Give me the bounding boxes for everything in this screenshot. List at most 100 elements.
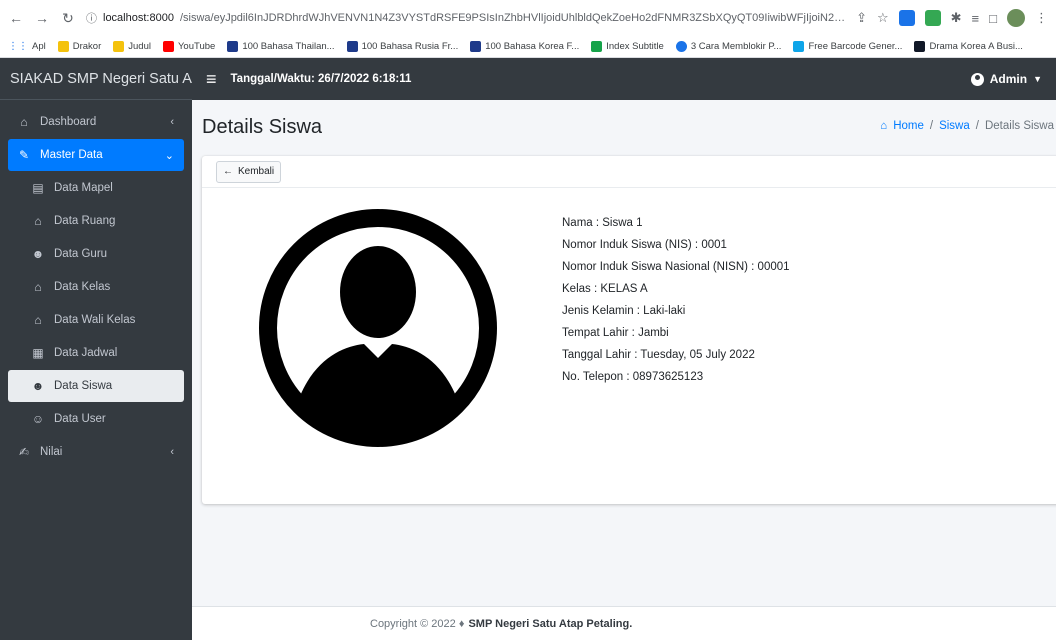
hamburger-menu-icon[interactable]: ≡	[206, 69, 217, 90]
address-bar[interactable]: ⓘ localhost:8000/siswa/eyJpdil6InJDRDhrd…	[86, 5, 846, 31]
sidebar-item-data-user[interactable]: ☺ Data User	[8, 403, 184, 435]
datetime-display: Tanggal/Waktu: 26/7/2022 6:18:11	[230, 73, 412, 85]
admin-label: Admin	[989, 72, 1028, 86]
url-path: /siswa/eyJpdil6InJDRDhrdWJhVENVN1N4Z3VYS…	[179, 12, 847, 24]
url-host: localhost:8000	[103, 12, 174, 24]
sidebar-item-nilai[interactable]: ✍ Nilai ‹	[8, 436, 184, 468]
chevron-down-icon: ⌄	[164, 149, 174, 162]
sidebar: ⌂ Dashboard ‹ ✎ Master Data ⌄ ▤ Data Map…	[0, 100, 192, 640]
student-birthplace: Tempat Lahir : Jambi	[562, 327, 669, 339]
student-nis: Nomor Induk Siswa (NIS) : 0001	[562, 239, 727, 251]
home-icon: ⌂	[20, 115, 28, 129]
student-birthdate: Tanggal Lahir : Tuesday, 05 July 2022	[562, 349, 755, 361]
caret-down-icon: ▼	[1033, 74, 1042, 84]
book-icon: ▤	[32, 181, 44, 195]
reading-list-icon[interactable]: ≡	[972, 11, 980, 26]
breadcrumb-current: Details Siswa	[984, 120, 1054, 132]
users-icon: ☻	[31, 247, 45, 261]
student-name: Nama : Siswa 1	[562, 217, 643, 229]
site-icon	[793, 41, 805, 52]
user-circle-icon	[970, 72, 984, 86]
bookmark-item[interactable]: Drama Korea A Busi...	[914, 41, 1023, 52]
back-arrow-icon[interactable]: ←	[8, 10, 24, 26]
bookmark-item[interactable]: 3 Cara Memblokir P...	[675, 41, 781, 52]
site-icon	[591, 41, 603, 52]
menu-dots-icon[interactable]: ⋮	[1035, 10, 1048, 26]
bookmark-item[interactable]: Drakor	[57, 41, 101, 52]
youtube-icon	[162, 41, 174, 52]
site-icon	[346, 41, 358, 52]
share-icon[interactable]: ⇪	[856, 10, 867, 26]
breadcrumb-separator: /	[975, 120, 979, 132]
bookmark-item[interactable]: 100 Bahasa Rusia Fr...	[346, 41, 458, 52]
student-avatar	[258, 208, 498, 448]
arrow-left-icon: ←	[223, 166, 233, 177]
extension-icon[interactable]	[898, 10, 915, 26]
sidebar-item-data-kelas[interactable]: ⌂ Data Kelas	[8, 271, 184, 303]
bookmark-apps[interactable]: ⋮⋮ Apl	[8, 41, 46, 52]
top-navbar: ≡ Tanggal/Waktu: 26/7/2022 6:18:11 Admin…	[192, 58, 1056, 100]
breadcrumb: ⌂ Home / Siswa / Details Siswa	[880, 120, 1054, 132]
page-title: Details Siswa	[202, 116, 323, 138]
home-icon: ⌂	[34, 280, 42, 294]
site-icon	[914, 41, 926, 52]
sidebar-item-dashboard[interactable]: ⌂ Dashboard ‹	[8, 106, 184, 138]
sidebar-item-data-mapel[interactable]: ▤ Data Mapel	[8, 172, 184, 204]
extensions-puzzle-icon[interactable]: ✱	[951, 10, 962, 26]
card-header: ← Kembali	[202, 156, 1056, 188]
edit-icon: ✎	[18, 148, 30, 162]
user-avatar-icon	[259, 209, 497, 447]
school-name[interactable]: SMP Negeri Satu Atap Petaling.	[468, 618, 632, 630]
site-icon	[675, 41, 687, 52]
user-plus-icon: ☺	[31, 412, 45, 426]
home-icon: ⌂	[34, 313, 42, 327]
reload-icon[interactable]: ↻	[60, 10, 76, 27]
student-info: Nama : Siswa 1 Nomor Induk Siswa (NIS) :…	[562, 212, 790, 388]
bookmark-item[interactable]: YouTube	[162, 41, 215, 52]
bookmark-item[interactable]: Free Barcode Gener...	[793, 41, 902, 52]
chevron-left-icon: ‹	[170, 446, 174, 458]
bookmark-star-icon[interactable]: ☆	[877, 10, 889, 26]
calendar-icon: ▦	[32, 346, 44, 360]
student-nisn: Nomor Induk Siswa Nasional (NISN) : 0000…	[562, 261, 790, 273]
app-brand[interactable]: SIAKAD SMP Negeri Satu Atap	[0, 58, 212, 100]
sidebar-item-data-guru[interactable]: ☻ Data Guru	[8, 238, 184, 270]
folder-icon	[57, 41, 69, 52]
forward-arrow-icon[interactable]: →	[34, 10, 50, 26]
back-button[interactable]: ← Kembali	[216, 160, 282, 183]
profile-avatar-icon[interactable]	[1007, 9, 1025, 27]
extension-new-icon[interactable]	[924, 10, 941, 26]
window-icon[interactable]: □	[989, 11, 997, 26]
student-phone: No. Telepon : 08973625123	[562, 371, 704, 383]
home-icon[interactable]: ⌂	[880, 120, 887, 132]
site-icon	[470, 41, 482, 52]
breadcrumb-home[interactable]: Home	[893, 120, 924, 132]
bookmark-item[interactable]: Judul	[113, 41, 151, 52]
chevron-left-icon: ‹	[170, 116, 174, 128]
apps-grid-icon: ⋮⋮	[8, 41, 28, 52]
student-class: Kelas : KELAS A	[562, 283, 648, 295]
users-icon: ☻	[31, 379, 45, 393]
browser-toolbar: ← → ↻ ⓘ localhost:8000/siswa/eyJpdil6InJ…	[0, 0, 1056, 36]
admin-dropdown[interactable]: Admin ▼	[970, 72, 1042, 86]
bookmark-item[interactable]: 100 Bahasa Thailan...	[227, 41, 335, 52]
sidebar-item-data-ruang[interactable]: ⌂ Data Ruang	[8, 205, 184, 237]
home-icon: ⌂	[34, 214, 42, 228]
bookmark-item[interactable]: 100 Bahasa Korea F...	[470, 41, 579, 52]
sidebar-item-master-data[interactable]: ✎ Master Data ⌄	[8, 139, 184, 171]
sidebar-item-data-siswa[interactable]: ☻ Data Siswa	[8, 370, 184, 402]
footer: Copyright © 2022 ♦ SMP Negeri Satu Atap …	[192, 606, 1056, 640]
main-content: Details Siswa ⌂ Home / Siswa / Details S…	[192, 100, 1056, 640]
breadcrumb-siswa[interactable]: Siswa	[939, 120, 970, 132]
sidebar-item-data-jadwal[interactable]: ▦ Data Jadwal	[8, 337, 184, 369]
site-icon	[227, 41, 239, 52]
bookmark-item[interactable]: Index Subtitle	[591, 41, 664, 52]
student-gender: Jenis Kelamin : Laki-laki	[562, 305, 686, 317]
info-icon[interactable]: ⓘ	[86, 10, 97, 26]
folder-icon	[113, 41, 125, 52]
breadcrumb-separator: /	[929, 120, 934, 132]
copyright-text: Copyright © 2022 ♦	[370, 617, 465, 630]
signature-icon: ✍	[18, 445, 30, 459]
sidebar-item-data-wali-kelas[interactable]: ⌂ Data Wali Kelas	[8, 304, 184, 336]
student-detail-card: ← Kembali Nama : Siswa 1 Nomor Induk Sis…	[202, 156, 1056, 504]
